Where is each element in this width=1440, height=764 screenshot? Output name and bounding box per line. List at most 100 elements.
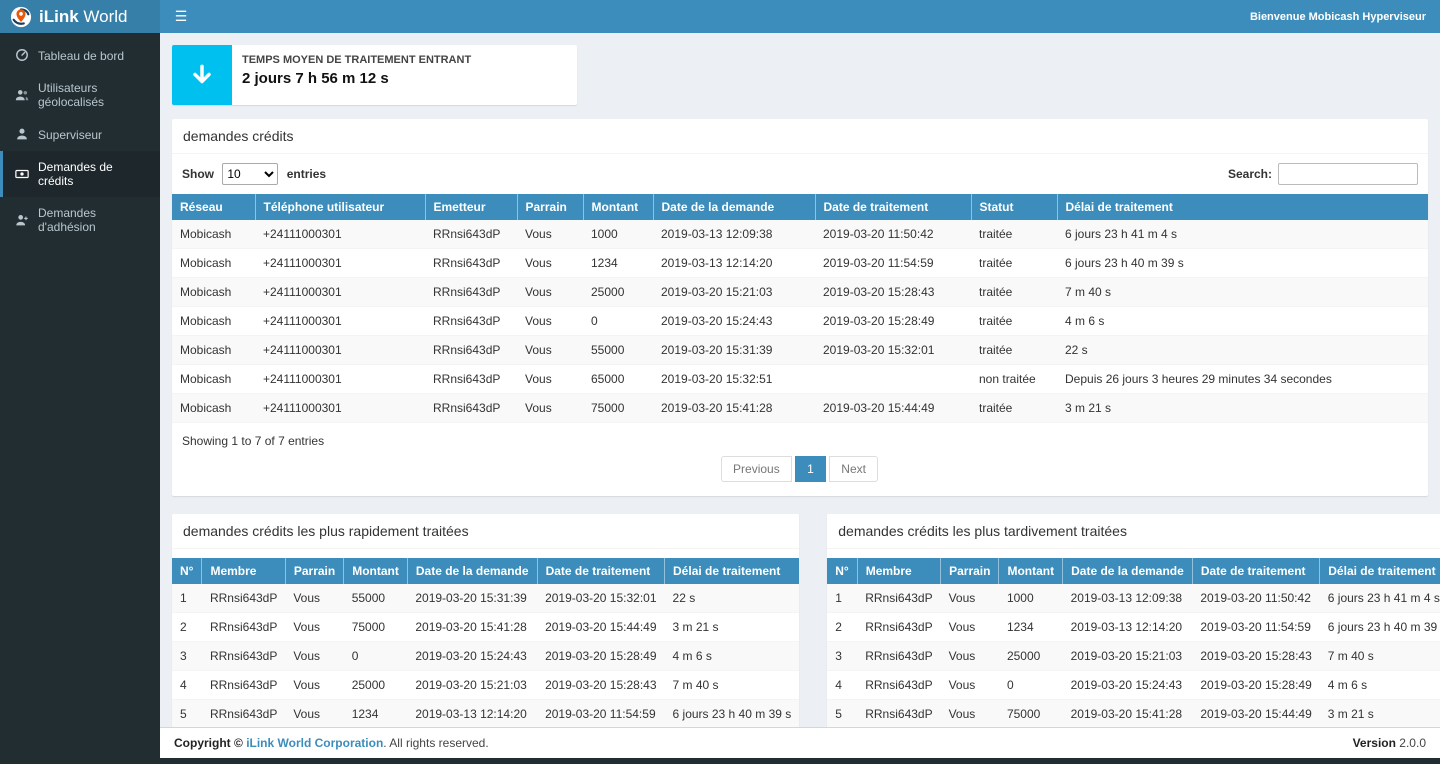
table-cell: 2019-03-20 15:21:03 bbox=[407, 671, 537, 700]
table-cell: RRnsi643dP bbox=[425, 220, 517, 249]
sidebar-item-demandes-adhesion[interactable]: Demandes d'adhésion bbox=[0, 197, 160, 243]
sidebar-toggle-button[interactable]: ☰ bbox=[160, 0, 202, 33]
footer: Copyright © iLink World Corporation. All… bbox=[160, 727, 1440, 758]
column-header: Emetteur bbox=[425, 194, 517, 220]
table-header-row: N°MembreParrainMontantDate de la demande… bbox=[172, 558, 799, 584]
table-cell: RRnsi643dP bbox=[857, 671, 940, 700]
table-cell: RRnsi643dP bbox=[425, 394, 517, 423]
table-cell: Mobicash bbox=[172, 307, 255, 336]
table-cell: traitée bbox=[971, 307, 1057, 336]
table-cell: 6 jours 23 h 40 m 39 s bbox=[665, 700, 800, 728]
table-head: N°MembreParrainMontantDate de la demande… bbox=[172, 558, 799, 584]
copyright-label: Copyright © bbox=[174, 736, 243, 750]
table-cell: 2019-03-20 15:28:49 bbox=[1192, 671, 1319, 700]
table-cell: +24111000301 bbox=[255, 249, 425, 278]
table-cell: 55000 bbox=[344, 584, 408, 613]
table-cell: 5 bbox=[172, 700, 202, 728]
sidebar-item-label: Demandes de crédits bbox=[38, 160, 150, 188]
table-cell: 2019-03-20 15:31:39 bbox=[653, 336, 815, 365]
table-cell: Vous bbox=[517, 336, 583, 365]
brand-name-bold: iLink bbox=[39, 7, 79, 26]
sidebar-item-demandes-de-credits[interactable]: Demandes de crédits bbox=[0, 151, 160, 197]
search-input[interactable] bbox=[1278, 163, 1418, 185]
column-header: Montant bbox=[344, 558, 408, 584]
table-cell: 2019-03-20 15:41:28 bbox=[1063, 700, 1193, 728]
column-header: Délai de traitement bbox=[1057, 194, 1428, 220]
table-cell: +24111000301 bbox=[255, 394, 425, 423]
fastest-credits-table: N°MembreParrainMontantDate de la demande… bbox=[172, 558, 799, 727]
page-length-select[interactable]: 10 bbox=[222, 163, 278, 185]
pagination-page-1-button[interactable]: 1 bbox=[795, 456, 826, 482]
table-cell: 2019-03-20 15:28:49 bbox=[537, 642, 664, 671]
table-row: 3RRnsi643dPVous02019-03-20 15:24:432019-… bbox=[172, 642, 799, 671]
company-link[interactable]: iLink World Corporation bbox=[246, 736, 383, 750]
table-cell: Vous bbox=[941, 613, 999, 642]
column-header: Délai de traitement bbox=[1320, 558, 1440, 584]
column-header: Membre bbox=[857, 558, 940, 584]
table-cell: traitée bbox=[971, 220, 1057, 249]
table-cell: 4 m 6 s bbox=[1320, 671, 1440, 700]
table-cell: +24111000301 bbox=[255, 336, 425, 365]
column-header: Date de la demande bbox=[653, 194, 815, 220]
sidebar-item-utilisateurs-geolocalises[interactable]: Utilisateurs géolocalisés bbox=[0, 72, 160, 118]
credits-table: RéseauTéléphone utilisateurEmetteurParra… bbox=[172, 194, 1428, 423]
ilink-logo-icon bbox=[10, 6, 32, 28]
column-header: Date de traitement bbox=[537, 558, 664, 584]
table-cell: 2019-03-13 12:09:38 bbox=[653, 220, 815, 249]
pagination-previous-button[interactable]: Previous bbox=[721, 456, 792, 482]
table-cell: +24111000301 bbox=[255, 365, 425, 394]
sidebar-item-dashboard[interactable]: Tableau de bord bbox=[0, 39, 160, 72]
rights-text: . All rights reserved. bbox=[383, 736, 488, 750]
table-cell: Vous bbox=[517, 394, 583, 423]
table-cell: 2019-03-20 15:32:51 bbox=[653, 365, 815, 394]
table-cell: RRnsi643dP bbox=[857, 584, 940, 613]
table-cell: Mobicash bbox=[172, 394, 255, 423]
table-cell: Mobicash bbox=[172, 220, 255, 249]
table-cell: 3 m 21 s bbox=[1057, 394, 1428, 423]
table-cell: Vous bbox=[517, 249, 583, 278]
table-cell: RRnsi643dP bbox=[202, 671, 285, 700]
table-cell: 1000 bbox=[583, 220, 653, 249]
table-cell: RRnsi643dP bbox=[425, 307, 517, 336]
pagination: Previous 1 Next bbox=[172, 448, 1428, 496]
table-cell: 25000 bbox=[344, 671, 408, 700]
sidebar-item-superviseur[interactable]: Superviseur bbox=[0, 118, 160, 151]
table-cell: +24111000301 bbox=[255, 220, 425, 249]
column-header: Statut bbox=[971, 194, 1057, 220]
panel-title: demandes crédits les plus rapidement tra… bbox=[172, 514, 799, 549]
column-header: Délai de traitement bbox=[665, 558, 800, 584]
table-cell: RRnsi643dP bbox=[202, 642, 285, 671]
table-cell: RRnsi643dP bbox=[202, 584, 285, 613]
topbar: iLink World ☰ Bienvenue Mobicash Hypervi… bbox=[0, 0, 1440, 33]
table-row: 5RRnsi643dPVous12342019-03-13 12:14:2020… bbox=[172, 700, 799, 728]
table-cell: 2019-03-20 15:28:49 bbox=[815, 307, 971, 336]
table-cell: Vous bbox=[941, 700, 999, 728]
infobox-value: 2 jours 7 h 56 m 12 s bbox=[242, 70, 567, 87]
navbar: ☰ Bienvenue Mobicash Hyperviseur bbox=[160, 0, 1440, 33]
table-cell: 3 m 21 s bbox=[1320, 700, 1440, 728]
table-cell: 7 m 40 s bbox=[665, 671, 800, 700]
table-cell: +24111000301 bbox=[255, 278, 425, 307]
table-cell: 25000 bbox=[999, 642, 1063, 671]
table-row: 2RRnsi643dPVous12342019-03-13 12:14:2020… bbox=[827, 613, 1440, 642]
table-row: Mobicash+24111000301RRnsi643dPVous650002… bbox=[172, 365, 1428, 394]
table-row: 3RRnsi643dPVous250002019-03-20 15:21:032… bbox=[827, 642, 1440, 671]
table-cell: 0 bbox=[999, 671, 1063, 700]
sidebar: Tableau de bord Utilisateurs géolocalisé… bbox=[0, 33, 160, 764]
table-body: 1RRnsi643dPVous550002019-03-20 15:31:392… bbox=[172, 584, 799, 727]
table-cell: 3 bbox=[827, 642, 857, 671]
table-cell: Vous bbox=[285, 613, 343, 642]
table-cell: traitée bbox=[971, 394, 1057, 423]
search-label: Search: bbox=[1228, 167, 1272, 181]
table-cell: 2019-03-20 15:32:01 bbox=[815, 336, 971, 365]
table-row: 4RRnsi643dPVous02019-03-20 15:24:432019-… bbox=[827, 671, 1440, 700]
table-cell: Mobicash bbox=[172, 365, 255, 394]
table-cell: 4 m 6 s bbox=[665, 642, 800, 671]
pagination-next-button[interactable]: Next bbox=[829, 456, 878, 482]
table-cell: 6 jours 23 h 40 m 39 s bbox=[1057, 249, 1428, 278]
brand-logo[interactable]: iLink World bbox=[0, 0, 160, 33]
table-cell: Depuis 26 jours 3 heures 29 minutes 34 s… bbox=[1057, 365, 1428, 394]
table-cell: 1234 bbox=[583, 249, 653, 278]
table-cell: Vous bbox=[517, 220, 583, 249]
table-cell: Vous bbox=[517, 365, 583, 394]
